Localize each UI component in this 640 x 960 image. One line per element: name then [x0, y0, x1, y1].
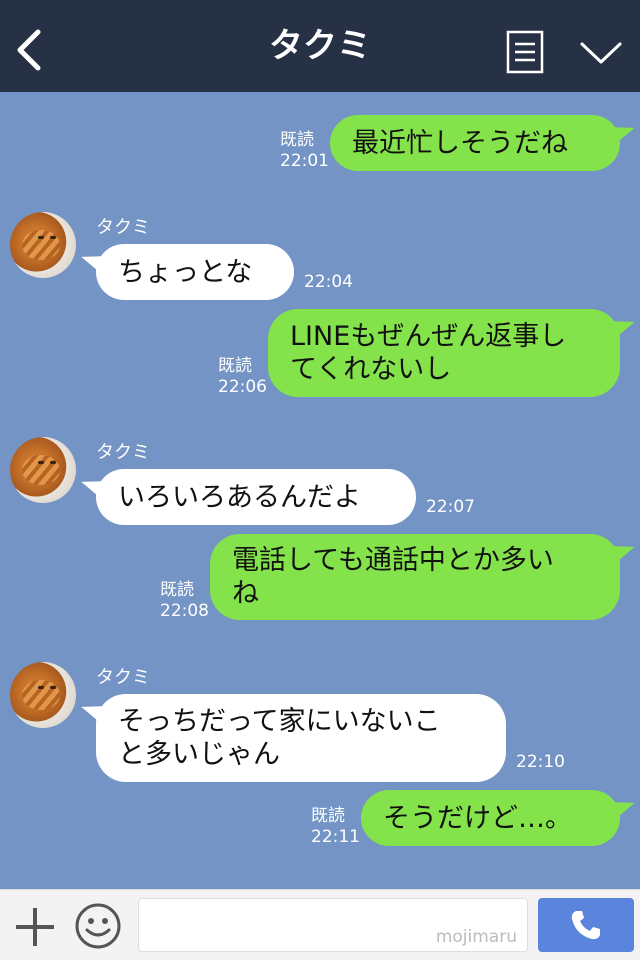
message-bubble-sent[interactable]: 最近忙しそうだね [330, 115, 620, 171]
sender-name: タクミ [96, 667, 150, 688]
back-button[interactable] [10, 24, 54, 76]
avatar[interactable] [10, 662, 76, 728]
message-text: そうだけど…。 [383, 802, 572, 834]
emoji-button[interactable] [74, 902, 122, 950]
message-bubble-received[interactable]: そっちだって家にいないこ と多いじゃん [96, 694, 506, 782]
message-input[interactable]: mojimaru [138, 898, 528, 952]
message-time: 22:10 [516, 752, 565, 772]
message-text: そっちだって家にいないこ [118, 706, 441, 737]
message-text: ちょっとな [118, 256, 253, 288]
avatar[interactable] [10, 212, 76, 278]
input-bar: mojimaru [0, 889, 640, 960]
add-button[interactable] [12, 904, 58, 950]
plus-icon [16, 908, 54, 946]
chat-header: タクミ [0, 0, 640, 92]
call-button[interactable] [538, 898, 634, 952]
avatar[interactable] [10, 437, 76, 503]
chat-title: タクミ [269, 26, 371, 66]
message-bubble-received[interactable]: ちょっとな [96, 244, 294, 300]
message-time: 22:04 [304, 272, 353, 292]
message-time: 22:07 [426, 497, 475, 517]
message-text: いろいろあるんだよ [118, 481, 361, 513]
menu-icon [506, 30, 544, 74]
message-bubble-sent[interactable]: 電話しても通話中とか多い ね [210, 534, 620, 620]
read-receipt: 既読 22:11 [311, 806, 360, 847]
read-receipt: 既読 22:01 [280, 130, 329, 171]
watermark: mojimaru [435, 927, 517, 947]
message-bubble-sent[interactable]: LINEもぜんぜん返事し てくれないし [268, 309, 620, 397]
message-bubble-sent[interactable]: そうだけど…。 [361, 790, 620, 846]
menu-button[interactable] [506, 30, 544, 74]
read-receipt: 既読 22:06 [218, 356, 267, 397]
phone-icon [571, 911, 600, 940]
message-text: 電話しても通話中とか多い [232, 545, 554, 576]
chevron-down-icon [580, 42, 622, 64]
message-text: てくれないし [290, 354, 452, 385]
read-receipt: 既読 22:08 [160, 580, 209, 621]
message-text: 最近忙しそうだね [352, 127, 568, 159]
sender-name: タクミ [96, 217, 150, 238]
expand-button[interactable] [578, 32, 624, 72]
message-bubble-received[interactable]: いろいろあるんだよ [96, 469, 416, 525]
message-text: と多いじゃん [118, 739, 280, 770]
sender-name: タクミ [96, 442, 150, 463]
emoji-icon [75, 903, 121, 949]
message-text: LINEもぜんぜん返事し [290, 321, 567, 352]
back-icon [17, 29, 41, 71]
message-text: ね [232, 578, 259, 609]
message-list[interactable]: 既読 22:01 最近忙しそうだね タクミ ちょっとな 22:04 既読 22:06… [0, 92, 640, 889]
